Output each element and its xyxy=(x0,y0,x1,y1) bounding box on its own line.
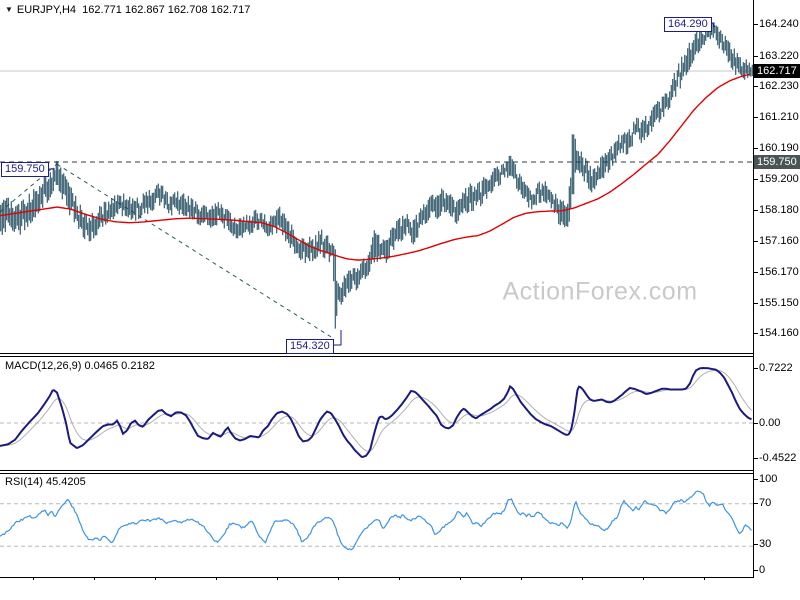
time-axis-tick xyxy=(582,577,583,580)
axis-tick xyxy=(753,179,758,180)
time-axis[interactable]: 24 Aug 20231 Sep 04:008 Sep 12:0015 Sep … xyxy=(0,578,800,600)
macd-values: 0.0465 0.2182 xyxy=(84,360,155,372)
axis-tick xyxy=(753,303,758,304)
level-axis-badge: 159.750 xyxy=(754,155,800,169)
time-axis-border xyxy=(0,577,754,578)
time-axis-tick xyxy=(399,577,400,580)
rsi-panel-top-border xyxy=(0,473,754,474)
rsi-name: RSI(14) xyxy=(5,476,43,488)
symbol-dropdown-icon[interactable]: ▼ xyxy=(5,5,13,14)
current-price-axis-badge: 162.717 xyxy=(754,64,800,78)
time-axis-tick xyxy=(460,577,461,580)
high-annotation-badge: 164.290 xyxy=(664,17,712,32)
macd-panel-bottom-border xyxy=(0,470,754,471)
axis-tick-label: 161.210 xyxy=(759,111,799,123)
axis-tick xyxy=(753,56,758,57)
axis-tick-label: 30 xyxy=(759,538,772,550)
axis-tick-label: 0.7222 xyxy=(759,362,793,374)
axis-tick xyxy=(753,210,758,211)
low-annotation-badge: 154.320 xyxy=(286,339,334,354)
axis-tick-label: 162.230 xyxy=(759,80,799,92)
axis-tick xyxy=(753,458,758,459)
axis-tick-label: 0 xyxy=(759,564,766,576)
axis-tick-label: 155.150 xyxy=(759,297,799,309)
time-axis-tick xyxy=(338,577,339,580)
macd-indicator-label: MACD(12,26,9) 0.0465 0.2182 xyxy=(5,360,155,372)
axis-tick xyxy=(753,368,758,369)
axis-tick xyxy=(753,503,758,504)
axis-tick xyxy=(753,272,758,273)
axis-tick-label: 154.160 xyxy=(759,327,799,339)
macd-name: MACD(12,26,9) xyxy=(5,360,82,372)
rsi-indicator-label: RSI(14) 45.4205 xyxy=(5,476,86,488)
axis-tick-label: 163.220 xyxy=(759,50,799,62)
axis-tick-label: -0.4522 xyxy=(759,452,797,464)
axis-tick-label: 164.240 xyxy=(759,18,799,30)
axis-tick-label: 157.160 xyxy=(759,235,799,247)
time-axis-tick xyxy=(94,577,95,580)
chart-window: ▼ EURJPY,H4 162.771 162.867 162.708 162.7… xyxy=(0,0,800,600)
time-axis-tick xyxy=(277,577,278,580)
macd-chart-canvas[interactable] xyxy=(0,357,753,470)
axis-tick-label: 160.190 xyxy=(759,142,799,154)
rsi-chart-canvas[interactable] xyxy=(0,474,753,577)
time-axis-tick xyxy=(155,577,156,580)
axis-tick-label: 0.00 xyxy=(759,417,781,429)
time-axis-tick xyxy=(704,577,705,580)
axis-tick xyxy=(753,544,758,545)
axis-tick-label: 159.200 xyxy=(759,173,799,185)
chart-title: ▼ EURJPY,H4 162.771 162.867 162.708 162.7… xyxy=(5,4,250,16)
axis-tick-label: 100 xyxy=(759,473,778,485)
axis-tick xyxy=(753,241,758,242)
axis-tick-label: 70 xyxy=(759,497,772,509)
axis-tick xyxy=(753,423,758,424)
macd-panel-top-border xyxy=(0,356,754,357)
axis-tick xyxy=(753,570,758,571)
symbol-timeframe: EURJPY,H4 xyxy=(16,4,77,16)
axis-tick-label: 156.170 xyxy=(759,266,799,278)
watermark: ActionForex.com xyxy=(502,277,698,306)
axis-tick xyxy=(753,148,758,149)
axis-tick xyxy=(753,24,758,25)
time-axis-tick xyxy=(521,577,522,580)
rsi-value: 45.4205 xyxy=(45,476,86,488)
level-annotation-badge: 159.750 xyxy=(1,162,49,177)
axis-tick xyxy=(753,479,758,480)
axis-tick xyxy=(753,86,758,87)
price-panel-bottom-border xyxy=(0,353,754,354)
ohlc-values: 162.771 162.867 162.708 162.717 xyxy=(82,4,251,16)
axis-tick-label: 158.180 xyxy=(759,204,799,216)
axis-tick xyxy=(753,333,758,334)
time-axis-tick xyxy=(216,577,217,580)
time-axis-tick xyxy=(33,577,34,580)
axis-tick xyxy=(753,117,758,118)
time-axis-tick xyxy=(643,577,644,580)
